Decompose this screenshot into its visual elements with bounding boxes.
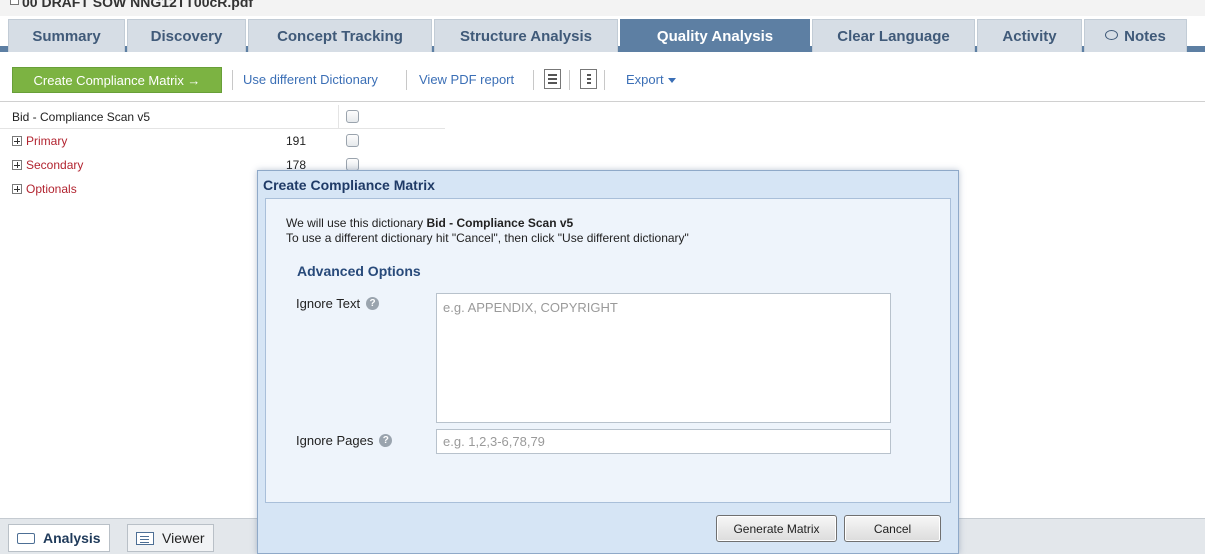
file-checkbox[interactable]: [10, 0, 19, 5]
tree-item-optionals[interactable]: Optionals: [26, 182, 77, 196]
tab-label: Viewer: [162, 530, 205, 546]
chevron-down-icon: [667, 78, 676, 84]
tab-clear-language[interactable]: Clear Language: [812, 19, 975, 52]
tab-label: Discovery: [150, 27, 223, 45]
tab-label: Quality Analysis: [656, 27, 774, 45]
expand-icon[interactable]: [12, 136, 22, 146]
ignore-text-input[interactable]: [436, 293, 891, 423]
row-checkbox[interactable]: [346, 134, 359, 147]
document-view-icon[interactable]: [580, 69, 597, 89]
tab-bar: Summary Discovery Concept Tracking Struc…: [0, 16, 1205, 52]
cancel-button[interactable]: Cancel: [844, 515, 941, 542]
tab-notes[interactable]: Notes: [1084, 19, 1187, 52]
item-count: 191: [286, 134, 307, 148]
dictionary-info: We will use this dictionary Bid - Compli…: [286, 216, 573, 230]
divider: [406, 70, 407, 90]
speech-bubble-icon: [1105, 30, 1119, 40]
dialog-body: We will use this dictionary Bid - Compli…: [265, 198, 951, 503]
tab-label: Analysis: [43, 530, 101, 546]
tab-quality-analysis[interactable]: Quality Analysis: [620, 19, 810, 52]
divider: [338, 105, 339, 129]
tab-label: Concept Tracking: [277, 27, 403, 45]
tab-summary[interactable]: Summary: [8, 19, 125, 52]
cancel-hint: To use a different dictionary hit "Cance…: [286, 231, 689, 245]
dictionary-name: Bid - Compliance Scan v5: [426, 216, 574, 230]
export-dropdown[interactable]: Export: [626, 72, 676, 87]
viewer-tab[interactable]: Viewer: [127, 524, 214, 552]
create-compliance-matrix-button[interactable]: Create Compliance Matrix →: [12, 67, 222, 93]
tab-label: Summary: [32, 27, 101, 45]
ignore-text-label: Ignore Text ?: [296, 296, 380, 311]
tab-activity[interactable]: Activity: [977, 19, 1082, 52]
keyboard-icon: [17, 532, 35, 544]
viewer-icon: [136, 531, 154, 545]
info-text: We will use this dictionary: [286, 216, 427, 230]
analysis-tab[interactable]: Analysis: [8, 524, 110, 552]
dialog-title: Create Compliance Matrix: [263, 177, 435, 193]
ignore-pages-input[interactable]: [436, 429, 891, 454]
tab-discovery[interactable]: Discovery: [127, 19, 246, 52]
tab-label: Activity: [1002, 27, 1057, 45]
use-different-dictionary-link[interactable]: Use different Dictionary: [243, 72, 378, 87]
expand-icon[interactable]: [12, 184, 22, 194]
divider: [604, 70, 605, 90]
export-label: Export: [626, 72, 664, 87]
help-icon[interactable]: ?: [379, 434, 393, 447]
outline-view-icon[interactable]: [544, 69, 561, 89]
tree-item-secondary[interactable]: Secondary: [26, 158, 83, 172]
generate-matrix-button[interactable]: Generate Matrix: [716, 515, 837, 542]
toolbar: Create Compliance Matrix → Use different…: [0, 58, 1205, 102]
advanced-options-heading: Advanced Options: [297, 263, 421, 279]
tab-label: Notes: [1124, 27, 1166, 45]
help-icon[interactable]: ?: [366, 297, 380, 310]
view-pdf-report-link[interactable]: View PDF report: [419, 72, 514, 87]
tree-header: Bid - Compliance Scan v5: [0, 105, 445, 129]
divider: [232, 70, 233, 90]
divider: [569, 70, 570, 90]
expand-icon[interactable]: [12, 160, 22, 170]
tab-label: Clear Language: [837, 27, 950, 45]
dictionary-name: Bid - Compliance Scan v5: [12, 110, 151, 124]
file-strip: 00 DRAFT SOW NNG12TT00cR.pdf: [0, 0, 1205, 16]
divider: [533, 70, 534, 90]
select-all-checkbox[interactable]: [346, 110, 359, 123]
tab-structure-analysis[interactable]: Structure Analysis: [434, 19, 618, 52]
file-name: 00 DRAFT SOW NNG12TT00cR.pdf: [22, 0, 254, 10]
tab-concept-tracking[interactable]: Concept Tracking: [248, 19, 432, 52]
ignore-pages-label: Ignore Pages ?: [296, 433, 393, 448]
tab-label: Structure Analysis: [460, 27, 592, 45]
tree-row: Primary 191: [0, 129, 445, 153]
label-text: Ignore Text: [296, 296, 361, 311]
tree-item-primary[interactable]: Primary: [26, 134, 67, 148]
label-text: Ignore Pages: [296, 433, 374, 448]
create-compliance-matrix-dialog: Create Compliance Matrix We will use thi…: [257, 170, 959, 554]
